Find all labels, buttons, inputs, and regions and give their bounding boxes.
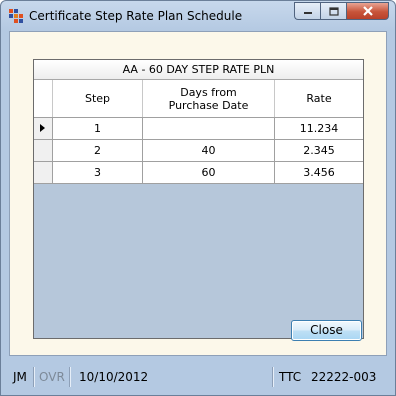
table-row[interactable]: 3 60 3.456 xyxy=(34,162,363,184)
dialog-window: Certificate Step Rate Plan Schedule AA -… xyxy=(0,0,396,396)
maximize-icon xyxy=(328,6,339,16)
caption-buttons xyxy=(294,2,389,20)
status-terminal: TTC xyxy=(279,370,302,384)
dialog-client-area: AA - 60 DAY STEP RATE PLN Step Days from… xyxy=(9,31,387,356)
minimize-icon xyxy=(303,12,312,14)
current-row-arrow-icon xyxy=(40,124,45,132)
cell-rate[interactable]: 3.456 xyxy=(275,162,363,183)
grid-header: Step Days from Purchase Date Rate xyxy=(34,80,363,118)
status-bar: JM OVR 10/10/2012 TTC 22222-003 xyxy=(9,363,387,391)
title-bar[interactable]: Certificate Step Rate Plan Schedule xyxy=(1,1,395,31)
status-divider xyxy=(272,367,274,387)
status-overwrite-mode: OVR xyxy=(39,370,65,384)
close-button[interactable]: Close xyxy=(291,320,362,341)
row-selector[interactable] xyxy=(34,162,53,183)
cell-days[interactable] xyxy=(143,118,275,139)
minimize-button[interactable] xyxy=(294,2,320,20)
column-header-rate[interactable]: Rate xyxy=(275,80,363,117)
app-icon xyxy=(9,9,23,23)
table-row[interactable]: 1 11.234 xyxy=(34,118,363,140)
cell-step[interactable]: 1 xyxy=(53,118,143,139)
row-header-corner xyxy=(34,80,53,117)
status-divider xyxy=(33,367,35,387)
cell-days[interactable]: 60 xyxy=(143,162,275,183)
cell-rate[interactable]: 11.234 xyxy=(275,118,363,139)
maximize-button[interactable] xyxy=(320,2,346,20)
row-selector[interactable] xyxy=(34,118,53,139)
status-divider xyxy=(69,367,71,387)
grid-caption: AA - 60 DAY STEP RATE PLN xyxy=(34,60,363,80)
window-title: Certificate Step Rate Plan Schedule xyxy=(29,9,243,23)
column-header-step[interactable]: Step xyxy=(53,80,143,117)
status-account: 22222-003 xyxy=(311,370,377,384)
cell-rate[interactable]: 2.345 xyxy=(275,140,363,161)
close-window-button[interactable] xyxy=(346,2,389,20)
step-rate-grid[interactable]: AA - 60 DAY STEP RATE PLN Step Days from… xyxy=(33,59,364,339)
status-date: 10/10/2012 xyxy=(79,370,149,384)
status-user: JM xyxy=(13,370,27,384)
close-icon xyxy=(362,6,373,16)
cell-step[interactable]: 2 xyxy=(53,140,143,161)
table-row[interactable]: 2 40 2.345 xyxy=(34,140,363,162)
column-header-days[interactable]: Days from Purchase Date xyxy=(143,80,275,117)
cell-days[interactable]: 40 xyxy=(143,140,275,161)
cell-step[interactable]: 3 xyxy=(53,162,143,183)
row-selector[interactable] xyxy=(34,140,53,161)
